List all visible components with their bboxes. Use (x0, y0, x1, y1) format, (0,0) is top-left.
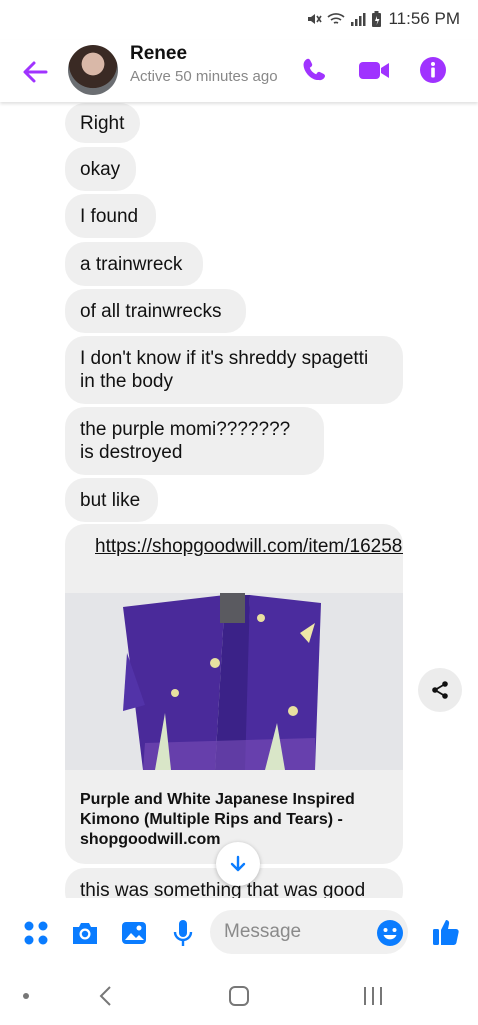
camera-icon[interactable] (70, 918, 100, 948)
menu-dots-icon[interactable] (21, 918, 51, 948)
composer-bar: Message (0, 898, 478, 968)
kimono-image[interactable] (65, 593, 403, 770)
message-bubble[interactable]: but like (65, 478, 158, 522)
emoji-icon[interactable] (374, 917, 406, 949)
thumbs-up-icon[interactable] (430, 916, 462, 948)
wifi-icon (327, 13, 346, 24)
message-placeholder: Message (224, 921, 302, 942)
link-preview-card[interactable]: https://shopgoodwill.com/item/162580915 … (65, 524, 403, 864)
battery-icon (372, 10, 382, 27)
video-call-icon[interactable] (357, 55, 391, 85)
back-arrow-icon[interactable] (18, 55, 52, 89)
mute-icon (308, 14, 323, 24)
message-bubble[interactable]: the purple momi??????? is destroyed (65, 407, 324, 475)
link-url[interactable]: https://shopgoodwill.com/item/162580915 (95, 535, 403, 558)
message-bubble[interactable]: I found (65, 194, 156, 238)
nav-recents-icon[interactable] (362, 985, 384, 1007)
system-nav-bar (0, 968, 478, 1025)
link-title-text: Purple and White Japanese Inspired Kimon… (80, 791, 355, 828)
message-list[interactable]: Right okay I found a trainwreck of all t… (0, 102, 478, 898)
arrow-down-icon (230, 855, 246, 872)
signal-icon (351, 13, 366, 26)
nav-back-icon[interactable] (98, 985, 114, 1007)
avatar[interactable] (68, 45, 118, 95)
message-bubble[interactable]: a trainwreck (65, 242, 203, 286)
status-bar: 11:56 PM (0, 0, 478, 40)
active-status: Active 50 minutes ago (130, 68, 278, 85)
link-title[interactable]: Purple and White Japanese Inspired Kimon… (80, 790, 390, 850)
share-button[interactable] (418, 668, 462, 712)
info-icon[interactable] (418, 55, 448, 85)
contact-name[interactable]: Renee (130, 43, 187, 65)
nav-home-icon[interactable] (228, 985, 250, 1007)
share-icon (432, 681, 448, 699)
message-bubble[interactable]: Right (65, 103, 140, 143)
conversation-header: Renee Active 50 minutes ago (0, 40, 478, 102)
scroll-to-bottom-button[interactable] (216, 842, 260, 886)
dot-icon (23, 993, 29, 999)
message-bubble[interactable]: I don't know if it's shreddy spagetti in… (65, 336, 403, 404)
gallery-icon[interactable] (119, 918, 149, 948)
status-time: 11:56 PM (388, 9, 460, 28)
phone-call-icon[interactable] (300, 55, 330, 85)
message-bubble[interactable]: okay (65, 147, 136, 191)
microphone-icon[interactable] (168, 918, 198, 948)
message-bubble[interactable]: of all trainwrecks (65, 289, 246, 333)
